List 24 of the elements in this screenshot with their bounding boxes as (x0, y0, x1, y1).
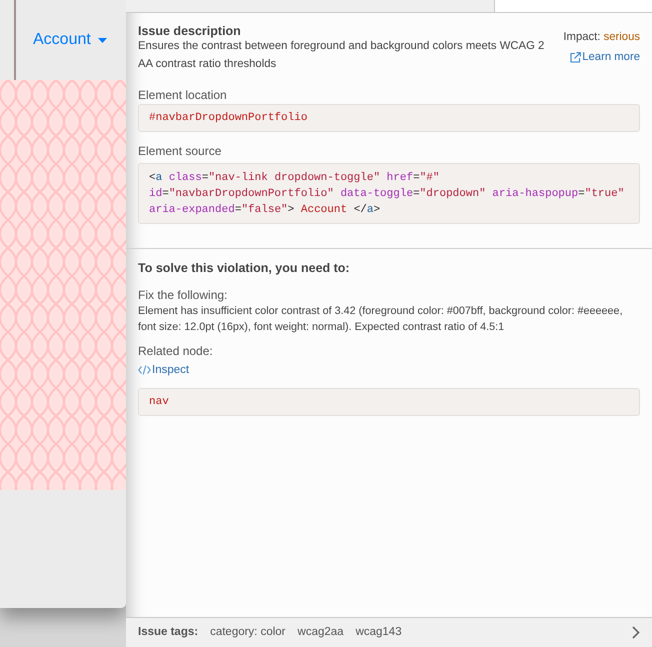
field-label: Element location (138, 87, 228, 103)
account-dropdown-link[interactable]: Account (33, 28, 107, 52)
learn-more-link[interactable]: Learn more (570, 49, 640, 65)
impact-value: serious (604, 31, 640, 43)
code-block: <a class="nav-link dropdown-toggle" href="#" id="navbarDropdownPortfolio" data-toggle="dropdown" aria-haspopup="true" aria-expanded="false"> Account </a> (138, 163, 640, 224)
field-label: Fix the following: (138, 287, 228, 303)
field-label: Related node: (138, 343, 214, 359)
inspect-link[interactable]: Inspect (138, 362, 190, 378)
description-text: Ensures the contrast between foreground and background colors meets WCAG 2 AA contrast ratio thresholds (138, 39, 546, 72)
issue-tag: category: color (210, 624, 286, 642)
code-block: #navbarDropdownPortfolio (138, 104, 640, 132)
issue-tag: wcag143 (356, 624, 402, 642)
section-heading: To solve this violation, you need to: (138, 260, 351, 276)
chevron-right-icon[interactable] (632, 626, 640, 639)
field-label: Element source (138, 143, 222, 159)
code-block: nav (138, 388, 640, 416)
section-heading: Issue description (138, 24, 242, 39)
code-icon (138, 365, 151, 375)
external-link-icon (570, 52, 582, 62)
caret-icon (98, 38, 107, 42)
fix-description-text: Element has insufficient color contrast of 3.42 (foreground color: #007bff, background color: #eeeeee, font size: 12.0pt (16px), font weight: normal). Expected contrast ratio of 4.5:1 (138, 304, 624, 335)
issue-tag: wcag2aa (298, 624, 344, 642)
impact-label: Impact: (563, 31, 600, 43)
tags-label: Issue tags: (138, 624, 198, 640)
